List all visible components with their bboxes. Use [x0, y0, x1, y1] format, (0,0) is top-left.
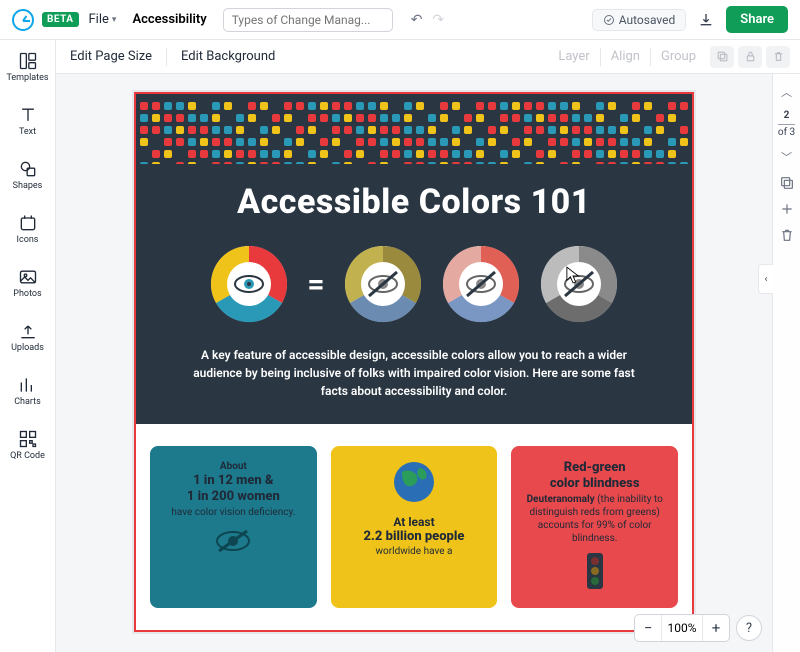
add-page-button[interactable] — [779, 201, 795, 217]
card-teal-l4: have color vision deficiency. — [160, 506, 307, 519]
nav-icons[interactable]: Icons — [0, 210, 55, 248]
page-indicator[interactable]: 2 of 3 — [778, 110, 795, 139]
nav-qrcode[interactable]: QR Code — [0, 426, 55, 464]
redo-button: ↷ — [432, 12, 444, 28]
card-yel-l2: 2.2 billion people — [341, 529, 488, 545]
nav-templates-label: Templates — [6, 73, 48, 83]
autosaved-indicator[interactable]: Autosaved — [592, 9, 687, 31]
zoom-in-button[interactable]: + — [703, 615, 729, 641]
help-button[interactable]: ? — [736, 615, 762, 641]
align-button: Align — [601, 49, 650, 64]
edit-page-size-button[interactable]: Edit Page Size — [56, 49, 166, 64]
nav-uploads[interactable]: Uploads — [0, 318, 55, 356]
shapes-icon — [18, 159, 38, 179]
card-teal-l1: About — [160, 460, 307, 473]
share-button[interactable]: Share — [726, 6, 788, 33]
zoom-out-button[interactable]: − — [635, 615, 661, 641]
rail-up-button[interactable]: ︿ — [781, 84, 792, 100]
canvas[interactable]: Accessible Colors 101 = A key feature of… — [56, 74, 772, 652]
eye-chart-normal — [209, 244, 289, 324]
zoom-value[interactable]: 100% — [661, 615, 703, 641]
autosaved-label: Autosaved — [619, 13, 676, 27]
rail-expand-button[interactable]: ‹ — [758, 264, 773, 294]
nav-shapes-label: Shapes — [13, 181, 43, 191]
icons-icon — [18, 213, 38, 233]
nav-photos-label: Photos — [13, 289, 41, 299]
beta-badge: BETA — [42, 12, 79, 27]
left-toolbar: Templates Text Shapes Icons Photos Uploa… — [0, 40, 56, 652]
card-deficiency-stats: About 1 in 12 men & 1 in 200 women have … — [150, 446, 317, 608]
chevron-left-icon: ‹ — [764, 274, 767, 285]
download-button[interactable] — [698, 12, 714, 28]
uploads-icon — [18, 321, 38, 341]
rail-down-button[interactable]: ﹀ — [781, 149, 792, 165]
nav-icons-label: Icons — [17, 235, 39, 245]
photos-icon — [18, 267, 38, 287]
color-pattern — [136, 94, 692, 164]
copy-button[interactable] — [710, 46, 734, 68]
context-toolbar: Edit Page Size Edit Background Layer Ali… — [0, 40, 800, 74]
current-page: 2 — [778, 110, 795, 125]
delete-page-button[interactable] — [779, 227, 795, 243]
nav-charts[interactable]: Charts — [0, 372, 55, 410]
top-bar: BETA File ▾ Accessibility ↶ ↷ Autosaved … — [0, 0, 800, 40]
undo-button[interactable]: ↶ — [411, 12, 423, 28]
document-title-input[interactable] — [223, 8, 393, 32]
edit-background-button[interactable]: Edit Background — [167, 49, 289, 64]
duplicate-page-button[interactable] — [779, 175, 795, 191]
card-yel-l1: At least — [341, 515, 488, 529]
nav-templates[interactable]: Templates — [0, 48, 55, 86]
nav-charts-label: Charts — [14, 397, 41, 407]
card-teal-l2: 1 in 12 men & — [160, 473, 307, 489]
qrcode-icon — [18, 429, 38, 449]
zoom-controls: − 100% + ? — [634, 614, 762, 642]
nav-shapes[interactable]: Shapes — [0, 156, 55, 194]
hero-title: Accessible Colors 101 — [136, 182, 692, 222]
eye-chart-mono — [539, 244, 619, 324]
design-page[interactable]: Accessible Colors 101 = A key feature of… — [134, 92, 694, 632]
nav-text[interactable]: Text — [0, 102, 55, 140]
eye-slash-icon — [213, 529, 253, 553]
nav-uploads-label: Uploads — [11, 343, 44, 353]
templates-icon — [18, 51, 38, 71]
card-red-l1: Red-green — [521, 460, 668, 476]
menu-file-label: File — [89, 12, 109, 27]
layer-button: Layer — [548, 49, 599, 64]
chevron-down-icon: ▾ — [112, 15, 117, 25]
text-icon — [18, 105, 38, 125]
card-teal-l3: 1 in 200 women — [160, 489, 307, 505]
menu-file[interactable]: File ▾ — [87, 8, 119, 31]
card-red-body: Deuteranomaly (the inability to distingu… — [521, 493, 668, 545]
stat-cards: About 1 in 12 men & 1 in 200 women have … — [136, 424, 692, 630]
hero-section: Accessible Colors 101 = A key feature of… — [136, 94, 692, 424]
card-red-l2: color blindness — [521, 476, 668, 492]
nav-photos[interactable]: Photos — [0, 264, 55, 302]
menu-accessibility[interactable]: Accessibility — [132, 12, 206, 27]
card-global-stats: At least 2.2 billion people worldwide ha… — [331, 446, 498, 608]
group-button: Group — [651, 49, 706, 64]
check-circle-icon — [603, 14, 615, 26]
nav-qrcode-label: QR Code — [10, 451, 45, 461]
app-logo[interactable] — [12, 9, 34, 31]
eye-diagrams: = — [136, 244, 692, 324]
page-rail: ︿ 2 of 3 ﹀ ‹ — [772, 74, 800, 652]
equals-sign: = — [307, 267, 324, 302]
globe-icon — [392, 460, 436, 504]
hero-description: A key feature of accessible design, acce… — [184, 346, 644, 400]
eye-chart-protan — [343, 244, 423, 324]
card-redgreen: Red-green color blindness Deuteranomaly … — [511, 446, 678, 608]
total-pages: of 3 — [778, 127, 795, 139]
charts-icon — [18, 375, 38, 395]
nav-text-label: Text — [19, 127, 36, 137]
traffic-light-icon — [577, 551, 613, 591]
lock-button[interactable] — [738, 46, 762, 68]
eye-chart-deutan — [441, 244, 521, 324]
card-yel-l3: worldwide have a — [341, 545, 488, 558]
delete-button[interactable] — [766, 46, 790, 68]
